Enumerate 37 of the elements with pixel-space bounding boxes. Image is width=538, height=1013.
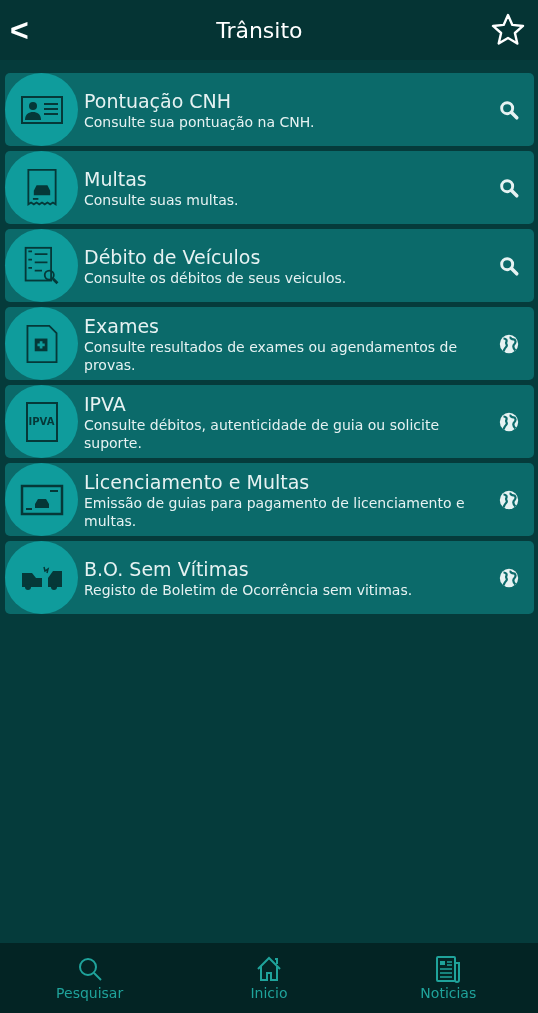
search-icon[interactable] <box>498 254 520 277</box>
home-icon <box>255 955 283 983</box>
globe-icon[interactable] <box>498 566 520 589</box>
service-card[interactable]: Débito de Veículos Consulte os débitos de seus veiculos. <box>5 229 534 302</box>
nav-tab[interactable]: Inicio <box>209 955 329 1001</box>
service-description: Consulte sua pontuação na CNH. <box>84 112 316 131</box>
service-card[interactable]: Pontuação CNH Consulte sua pontuação na CNH. <box>5 73 534 146</box>
nav-tab[interactable]: Noticias <box>388 955 509 1001</box>
service-card[interactable]: IPVA IPVA Consulte débitos, autenticidade de guia ou solicite suporte. <box>5 385 534 458</box>
globe-icon[interactable] <box>498 488 520 511</box>
service-description: Consulte resultados de exames ou agendamentos de provas. <box>84 337 459 374</box>
globe-icon[interactable] <box>498 410 520 433</box>
service-description: Registo de Boletim de Ocorrência sem vitimas. <box>84 580 414 599</box>
newspaper-icon <box>434 955 463 983</box>
service-card[interactable]: Exames Consulte resultados de exames ou agendamentos de provas. <box>5 307 534 380</box>
service-card[interactable]: Licenciamento e Multas Emissão de guias para pagamento de licenciamento e multas. <box>5 463 534 536</box>
page-title: Trânsito <box>216 17 303 43</box>
service-card[interactable]: B.O. Sem Vítimas Registo de Boletim de Ocorrência sem vitimas. <box>5 541 534 614</box>
service-card[interactable]: Multas Consulte suas multas. <box>5 151 534 224</box>
star-icon[interactable] <box>490 12 526 48</box>
service-title: Licenciamento e Multas <box>84 469 311 494</box>
search-icon[interactable] <box>498 98 520 121</box>
service-title: IPVA <box>84 391 127 416</box>
service-title: Pontuação CNH <box>84 88 233 113</box>
service-title: B.O. Sem Vítimas <box>84 556 250 581</box>
icon-label: IPVA <box>28 416 55 427</box>
back-button[interactable]: < <box>10 11 29 49</box>
globe-icon[interactable] <box>498 332 520 355</box>
service-title: Exames <box>84 313 160 338</box>
service-title: Multas <box>84 166 148 191</box>
service-description: Consulte os débitos de seus veiculos. <box>84 268 348 287</box>
service-description: Emissão de guias para pagamento de licenciamento e multas. <box>84 493 466 530</box>
service-description: Consulte suas multas. <box>84 190 240 209</box>
nav-tab[interactable]: Pesquisar <box>29 955 150 1001</box>
service-title: Débito de Veículos <box>84 244 262 269</box>
search-icon[interactable] <box>498 176 520 199</box>
service-description: Consulte débitos, autenticidade de guia ou solicite suporte. <box>84 415 440 452</box>
